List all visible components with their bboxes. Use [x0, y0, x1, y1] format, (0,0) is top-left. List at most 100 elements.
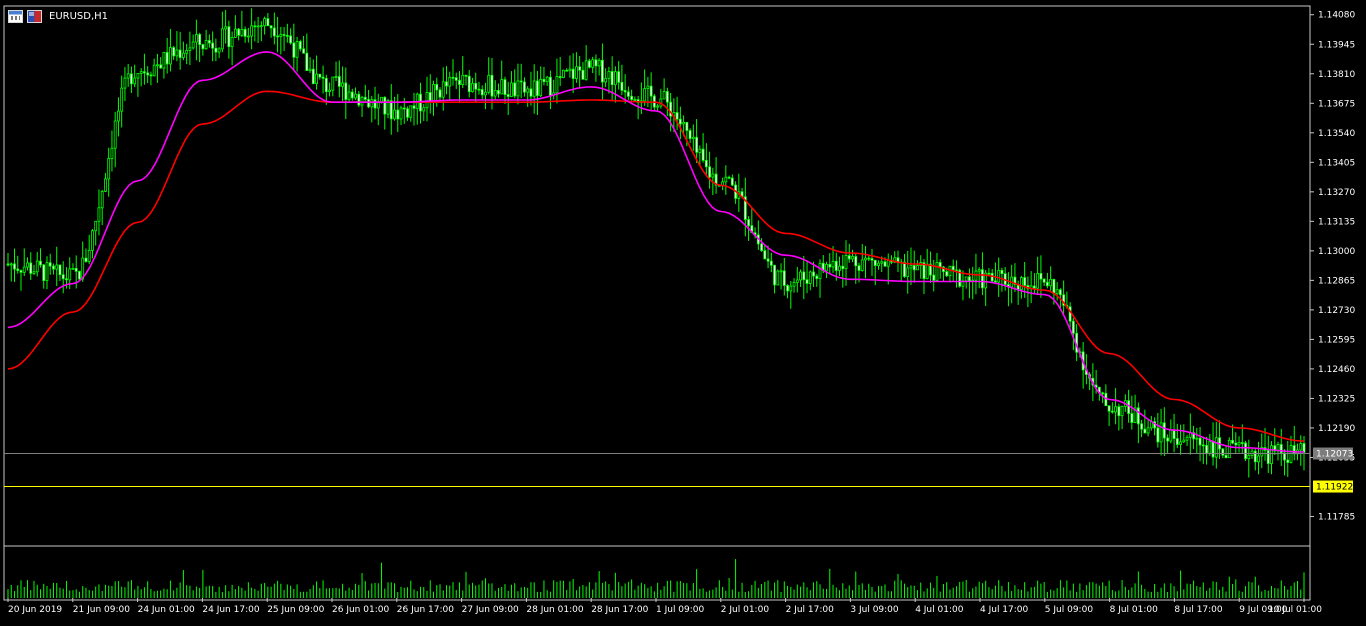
candle-body: [467, 75, 471, 93]
candle-body: [1036, 273, 1040, 289]
x-tick-label: 25 Jun 09:00: [267, 605, 324, 615]
candle-body: [795, 279, 799, 283]
candle-body: [425, 92, 429, 109]
candle-body: [844, 255, 848, 270]
candle-body: [1175, 438, 1179, 445]
candle-body: [1114, 406, 1118, 413]
candle-body: [779, 270, 783, 273]
candle-body: [503, 79, 507, 95]
chart-window[interactable]: 1.14080 1.13945 1.13810 1.13675 1.13540 1.134…: [0, 0, 1366, 622]
candle-body: [42, 264, 46, 281]
y-tick-label: 1.13135: [1318, 217, 1355, 227]
candle-body: [766, 258, 770, 262]
candle-body: [854, 256, 858, 267]
candle-body: [198, 34, 202, 45]
candle-body: [428, 92, 432, 102]
candle-body: [1052, 278, 1056, 295]
candle-body: [220, 28, 224, 50]
candle-body: [877, 262, 880, 266]
x-tick-label: 26 Jun 01:00: [332, 605, 389, 615]
candle-body: [1136, 407, 1140, 425]
candle-body: [117, 110, 120, 122]
candle-body: [1042, 278, 1046, 283]
candle-body: [977, 269, 981, 272]
candle-body: [181, 52, 185, 58]
y-tick-label: 1.13810: [1318, 70, 1355, 80]
chart-title-bar: EURUSD,H1: [8, 8, 108, 24]
candle-body: [698, 148, 702, 153]
candle-body: [1179, 441, 1182, 445]
candle-body: [318, 73, 322, 78]
x-tick-label: 5 Jul 09:00: [1045, 605, 1094, 615]
candle-body: [191, 41, 195, 49]
x-tick-label: 2 Jul 01:00: [721, 605, 770, 615]
candle-body: [256, 25, 260, 28]
candle-body: [16, 268, 20, 271]
candle-body: [272, 27, 276, 37]
candle-body: [981, 269, 984, 289]
candle-body: [536, 80, 539, 97]
candle-body: [1110, 410, 1114, 413]
candle-body: [201, 44, 205, 50]
candle-body: [964, 276, 968, 282]
candle-body: [156, 64, 159, 67]
candle-body: [675, 112, 679, 120]
candle-body: [136, 73, 140, 79]
candle-body: [604, 77, 608, 83]
candle-body: [1023, 277, 1027, 286]
candle-body: [841, 265, 845, 270]
candle-body: [324, 77, 328, 93]
chart-bars-icon: [8, 9, 23, 23]
candle-body: [383, 96, 387, 115]
candle-body: [838, 265, 841, 271]
candle-body: [558, 76, 562, 78]
candle-body: [302, 48, 305, 54]
candle-body: [113, 120, 117, 149]
candle-body: [695, 136, 699, 153]
candle-body: [938, 262, 942, 268]
x-tick-label: 8 Jul 01:00: [1110, 605, 1159, 615]
candle-body: [120, 87, 124, 112]
candle-body: [880, 261, 884, 264]
candle-body: [91, 230, 94, 251]
candle-body: [497, 90, 500, 95]
candle-body: [1234, 442, 1238, 446]
candle-body: [799, 271, 802, 281]
candle-body: [1302, 443, 1306, 453]
candle-body: [373, 99, 377, 109]
candle-body: [48, 262, 52, 267]
candle-body: [331, 76, 335, 91]
price-chart[interactable]: 1.14080 1.13945 1.13810 1.13675 1.13540 1.134…: [0, 0, 1366, 622]
candle-body: [68, 268, 72, 281]
candle-body: [1039, 273, 1043, 280]
candle-body: [562, 69, 565, 78]
candle-body: [230, 37, 234, 48]
candle-body: [906, 267, 910, 277]
candle-body: [406, 108, 409, 118]
candle-body: [22, 266, 26, 273]
candle-body: [266, 18, 270, 27]
candle-body: [682, 121, 686, 125]
x-tick-label: 24 Jun 01:00: [138, 605, 195, 615]
symbol-title: EURUSD,H1: [49, 10, 109, 22]
candle-body: [94, 220, 98, 232]
candle-body: [227, 26, 231, 48]
bid-price-label: 1.12073: [1316, 450, 1353, 460]
candle-body: [1117, 406, 1121, 417]
candle-body: [1253, 450, 1257, 463]
y-tick-label: 1.13945: [1318, 40, 1355, 50]
candle-body: [315, 73, 318, 85]
candle-body: [539, 78, 543, 97]
candle-body: [35, 260, 39, 273]
candle-body: [620, 81, 624, 91]
candle-body: [711, 173, 715, 178]
candle-body: [1289, 445, 1293, 463]
candle-body: [32, 271, 36, 274]
candle-body: [139, 71, 143, 74]
candle-body: [133, 77, 137, 85]
candle-body: [945, 271, 949, 277]
candle-body: [26, 262, 29, 268]
candle-body: [987, 272, 991, 275]
candle-body: [263, 18, 267, 27]
candle-body: [808, 271, 812, 284]
